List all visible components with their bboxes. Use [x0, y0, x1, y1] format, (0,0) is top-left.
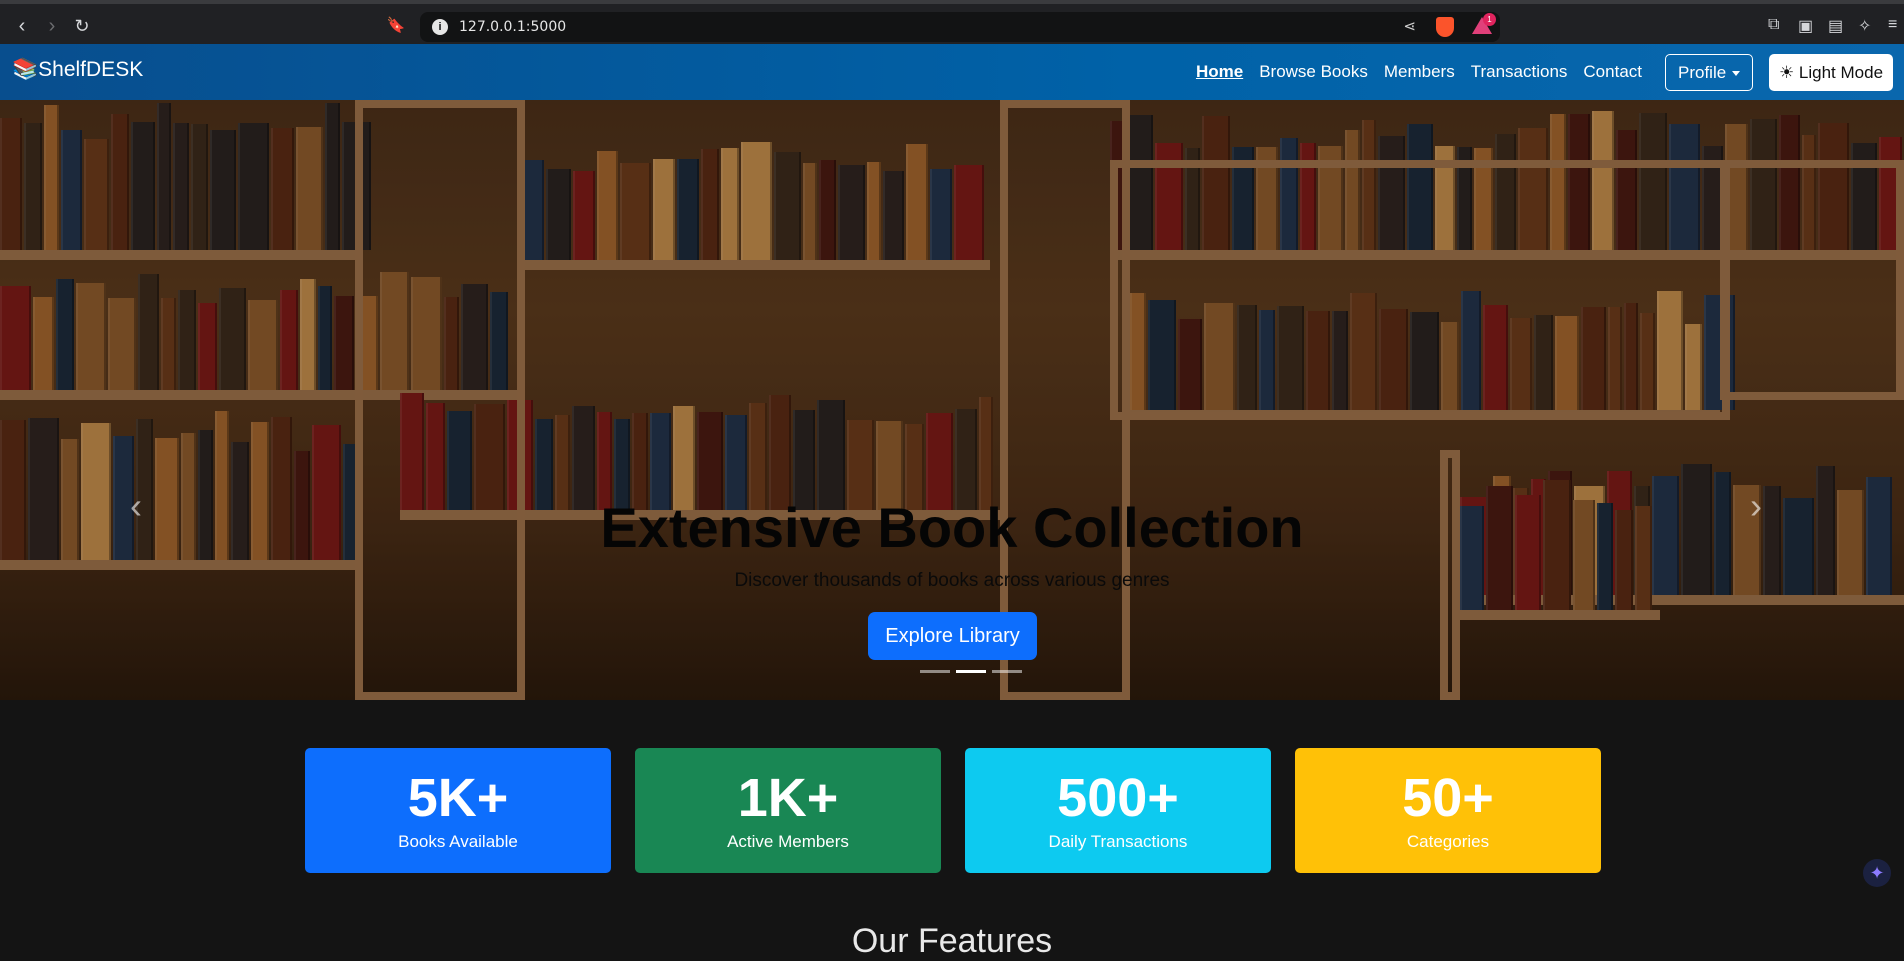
- stat-value: 5K+: [407, 768, 509, 828]
- app-navbar: 📚ShelfDESK Home Browse Books Members Tra…: [0, 44, 1904, 100]
- stat-card-categories: 50+ Categories: [1295, 748, 1601, 873]
- extensions-icon[interactable]: ⧉: [1768, 16, 1779, 34]
- brand-name: ShelfDESK: [38, 58, 144, 81]
- leo-ai-icon[interactable]: ✧: [1858, 16, 1871, 36]
- stat-value: 50+: [1402, 768, 1494, 828]
- nav-link-browse-books[interactable]: Browse Books: [1259, 62, 1368, 82]
- profile-label: Profile: [1678, 63, 1727, 82]
- hero-title: Extensive Book Collection: [600, 496, 1304, 559]
- stat-label: Active Members: [727, 832, 849, 851]
- browser-toolbar: ‹ › ↻ 🔖 i 127.0.0.1:5000 ⋖ 1 ⧉ ▣ ▤ ✧ ≡: [0, 0, 1904, 44]
- stat-card-members: 1K+ Active Members: [635, 748, 941, 873]
- stat-label: Books Available: [398, 832, 518, 851]
- theme-toggle-button[interactable]: ☀ Light Mode: [1769, 54, 1893, 91]
- back-icon[interactable]: ‹: [10, 15, 34, 37]
- reload-icon[interactable]: ↻: [70, 15, 94, 37]
- books-icon: 📚: [12, 58, 39, 81]
- share-icon[interactable]: ⋖: [1403, 17, 1416, 35]
- stat-card-transactions: 500+ Daily Transactions: [965, 748, 1271, 873]
- stat-label: Daily Transactions: [1048, 832, 1188, 851]
- brand-logo[interactable]: 📚ShelfDESK: [12, 58, 143, 82]
- address-bar[interactable]: i 127.0.0.1:5000 ⋖ 1: [420, 12, 1500, 42]
- brave-rewards-icon[interactable]: 1: [1472, 13, 1496, 35]
- sparkle-assistant-icon[interactable]: ✦: [1863, 859, 1891, 887]
- stat-card-books: 5K+ Books Available: [305, 748, 611, 873]
- stat-value: 500+: [1057, 768, 1179, 828]
- bookmark-icon[interactable]: 🔖: [384, 15, 408, 37]
- nav-link-home[interactable]: Home: [1196, 62, 1243, 82]
- nav-link-members[interactable]: Members: [1384, 62, 1455, 82]
- explore-library-button[interactable]: Explore Library: [868, 612, 1037, 660]
- menu-icon[interactable]: ≡: [1888, 16, 1897, 34]
- carousel-indicator-2[interactable]: [956, 670, 986, 673]
- nav-link-contact[interactable]: Contact: [1583, 62, 1642, 82]
- stat-label: Categories: [1406, 832, 1490, 851]
- profile-dropdown-button[interactable]: Profile: [1665, 54, 1753, 91]
- hero-subtitle: Discover thousands of books across vario…: [734, 570, 1170, 591]
- carousel-indicator-1[interactable]: [920, 670, 950, 673]
- stat-value: 1K+: [737, 768, 839, 828]
- brave-shield-icon[interactable]: [1436, 17, 1454, 37]
- forward-icon[interactable]: ›: [40, 15, 64, 37]
- stats-section: 5K+ Books Available 1K+ Active Members 5…: [0, 700, 1904, 960]
- carousel-indicator-3[interactable]: [992, 670, 1022, 673]
- hero-carousel: ‹ › Extensive Book Collection Discover t…: [0, 100, 1904, 700]
- alert-count-badge: 1: [1483, 13, 1496, 26]
- url-text[interactable]: 127.0.0.1:5000: [459, 19, 566, 35]
- wallet-icon[interactable]: ▤: [1828, 16, 1843, 36]
- site-info-icon[interactable]: i: [432, 19, 448, 35]
- features-heading: Our Features: [851, 922, 1053, 960]
- caret-down-icon: [1732, 71, 1741, 77]
- nav-links: Home Browse Books Members Transactions C…: [1196, 62, 1642, 82]
- sidebar-icon[interactable]: ▣: [1798, 16, 1813, 36]
- carousel-indicators: [920, 670, 1022, 673]
- nav-link-transactions[interactable]: Transactions: [1471, 62, 1568, 82]
